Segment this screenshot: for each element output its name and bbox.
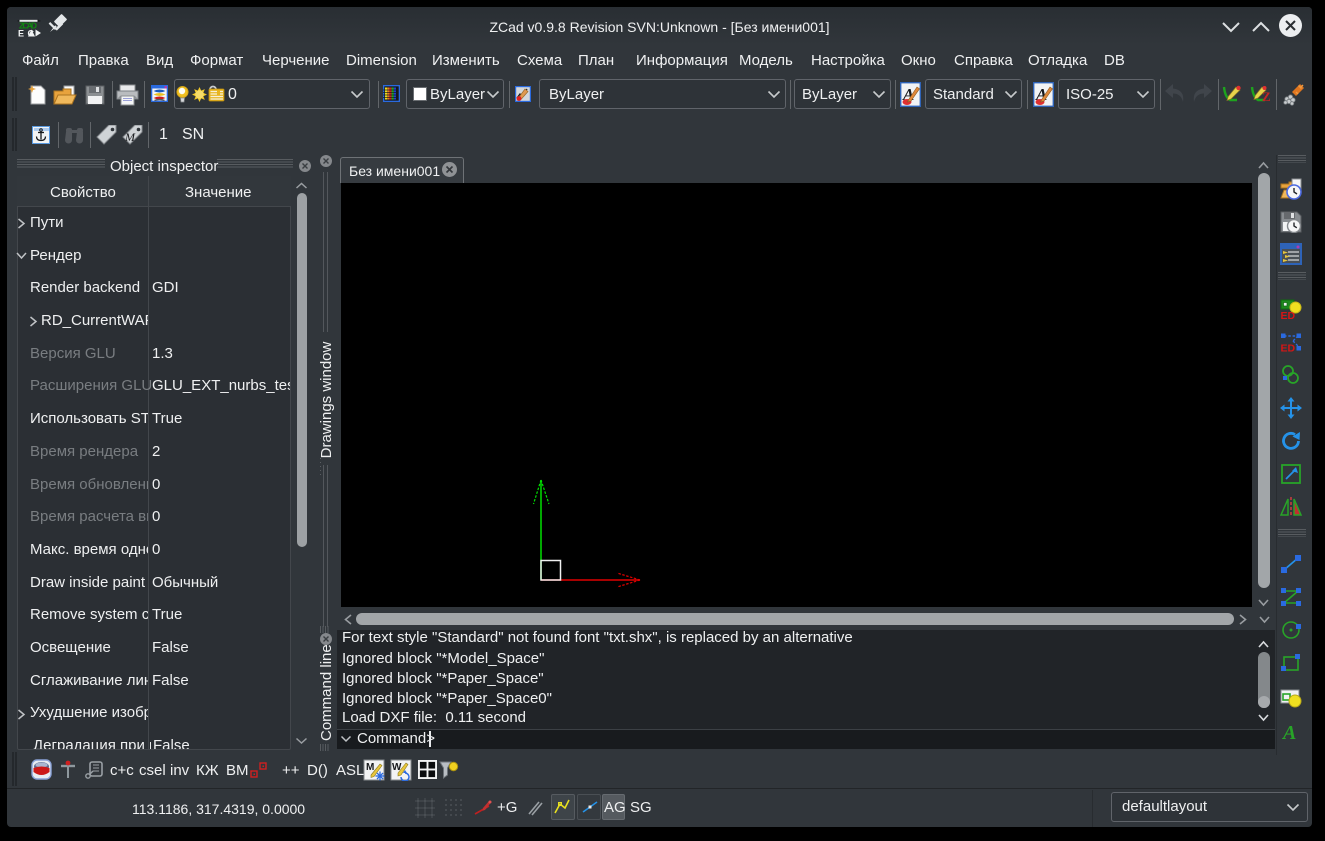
svg-text:Z: Z bbox=[1262, 89, 1271, 104]
svg-text:ED: ED bbox=[1281, 343, 1296, 354]
svg-text:A: A bbox=[1281, 722, 1296, 742]
svg-text:M: M bbox=[366, 762, 374, 773]
svg-text:ED: ED bbox=[1281, 310, 1296, 320]
svg-text:M: M bbox=[124, 130, 136, 144]
